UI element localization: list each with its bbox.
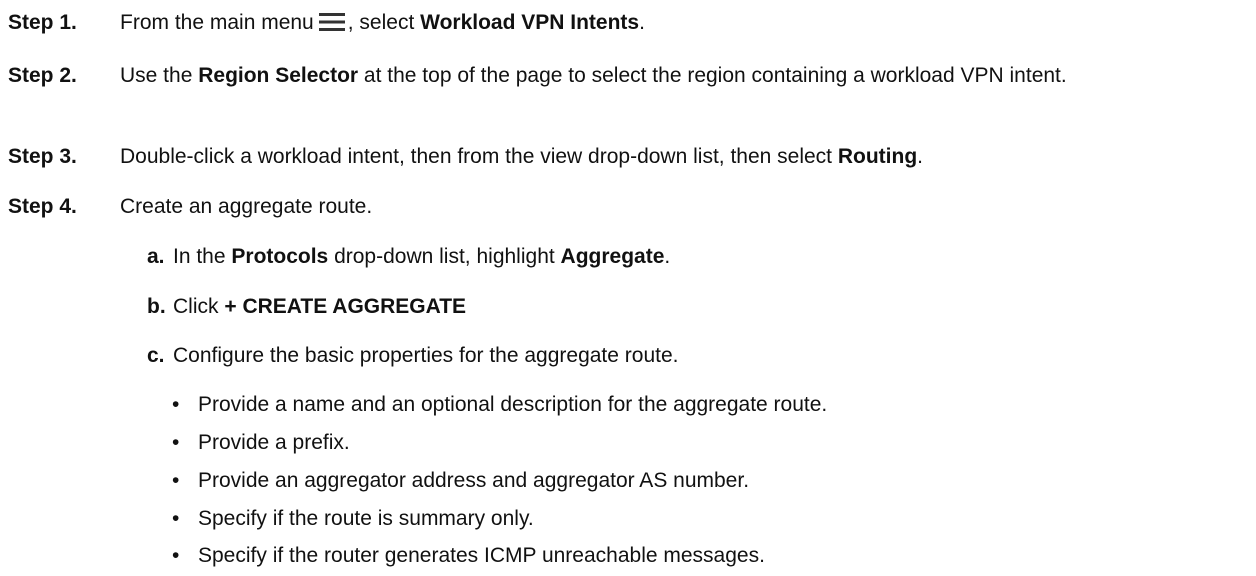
step-label: Step 4. [8,195,77,218]
step-3-text-a: Double-click a workload intent, then fro… [120,145,838,168]
step-text: Create an aggregate route. [120,195,373,218]
substep-a-text-b: drop-down list, highlight [328,245,561,268]
step-4: Step 4. Create an aggregate route. [8,192,1230,222]
step-1-text-c: . [639,11,645,34]
step-3-text-b: . [917,145,924,168]
list-item: • Provide a name and an optional descrip… [172,390,827,420]
list-item-text: Provide an aggregator address and aggreg… [198,469,750,492]
substep-b-text-a: Click [173,295,225,318]
bullet-icon: • [172,469,180,492]
substep-c: c. Configure the basic properties for th… [147,341,678,371]
step-1-text-a: From the main menu [120,11,314,34]
substep-a-text-c: . [664,245,671,268]
step-3: Step 3. Double-click a workload intent, … [8,142,1230,172]
bullet-icon: • [172,393,180,416]
substep-text: Configure the basic properties for the a… [173,344,679,367]
protocols-ref: Protocols [231,245,329,268]
substep-text: In the Protocols drop-down list, highlig… [173,242,670,272]
step-label: Step 2. [8,64,77,87]
substep-a-text-a: In the [173,245,232,268]
step-label: Step 1. [8,11,77,34]
list-item: • Specify if the route is summary only. [172,504,534,534]
step-text: Use the Region Selector at the top of th… [120,61,1230,91]
aggregate-ref: Aggregate [560,245,665,268]
step-2-text-b: at the top of the page to select the reg… [358,64,1067,87]
bullet-icon: • [172,507,180,530]
substep-text: Click + CREATE AGGREGATE [173,292,466,322]
list-item-text: Provide a prefix. [198,431,350,454]
step-label: Step 3. [8,145,77,168]
list-item: • Provide a prefix. [172,428,350,458]
step-1: Step 1. From the main menu , select Workl… [8,8,1230,38]
step-text: Double-click a workload intent, then fro… [120,142,1230,172]
substep-b: b. Click + CREATE AGGREGATE [147,292,466,322]
workload-vpn-intents-ref: Workload VPN Intents [420,11,640,34]
bullet-icon: • [172,431,180,454]
step-2-text-a: Use the [120,64,199,87]
step-text: From the main menu , select Workload VPN … [120,8,1230,38]
substep-a: a. In the Protocols drop-down list, high… [147,242,670,272]
list-item: • Provide an aggregator address and aggr… [172,466,749,496]
routing-ref: Routing [837,145,918,168]
list-item-text: Provide a name and an optional descripti… [198,393,828,416]
procedure-document: Step 1. From the main menu , select Workl… [0,0,1256,576]
step-2: Step 2. Use the Region Selector at the t… [8,61,1230,91]
step-1-text-b: , select [347,11,421,34]
region-selector-ref: Region Selector [198,64,359,87]
substep-label: c. [147,344,165,367]
list-item-text: Specify if the router generates ICMP unr… [198,544,765,567]
list-item-text: Specify if the route is summary only. [198,507,534,530]
substep-label: a. [147,245,165,268]
bullet-icon: • [172,544,180,567]
hamburger-menu-icon [318,13,345,31]
substep-label: b. [147,295,166,318]
create-aggregate-ref: + CREATE AGGREGATE [224,295,467,318]
list-item: • Specify if the router generates ICMP u… [172,541,765,571]
